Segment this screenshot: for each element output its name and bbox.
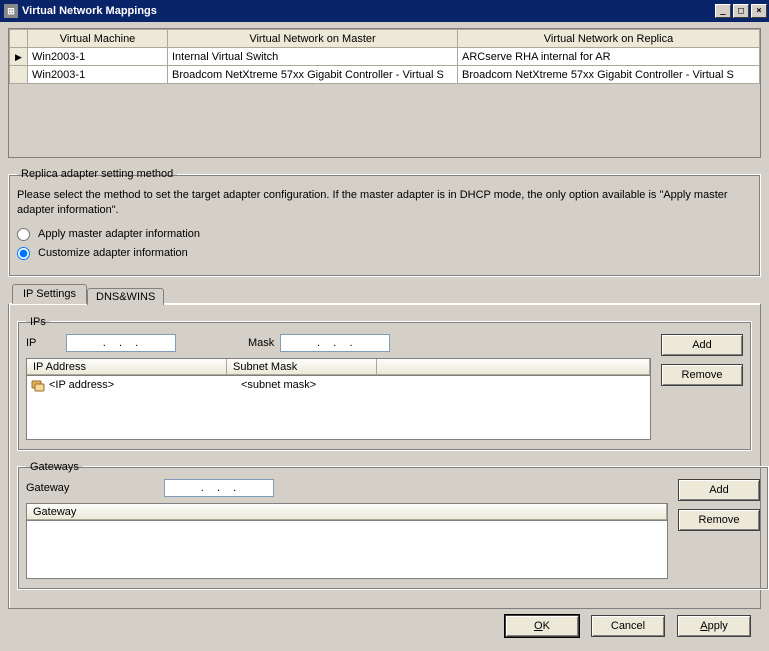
gateways-legend: Gateways — [26, 461, 83, 473]
grid-col-master[interactable]: Virtual Network on Master — [168, 30, 458, 48]
ip-col-ip[interactable]: IP Address — [27, 359, 227, 375]
ip-input[interactable] — [66, 334, 176, 352]
gateway-add-button[interactable]: Add — [678, 479, 760, 501]
cell-replica[interactable]: ARCserve RHA internal for AR — [458, 48, 760, 66]
ip-remove-button[interactable]: Remove — [661, 364, 743, 386]
gateways-group: Gateways Gateway Gateway Add Remove — [17, 461, 769, 590]
ip-list-header: IP Address Subnet Mask — [26, 358, 651, 376]
radio-customize[interactable] — [17, 247, 30, 260]
ip-item-mask: <subnet mask> — [241, 379, 316, 391]
mappings-grid[interactable]: Virtual Machine Virtual Network on Maste… — [8, 28, 761, 158]
cancel-button[interactable]: Cancel — [591, 615, 665, 637]
radio-apply-master[interactable] — [17, 228, 30, 241]
ip-add-button[interactable]: Add — [661, 334, 743, 356]
gateway-list-header: Gateway — [26, 503, 668, 521]
cell-master[interactable]: Broadcom NetXtreme 57xx Gigabit Controll… — [168, 66, 458, 84]
cell-vm[interactable]: Win2003-1 — [28, 48, 168, 66]
gateway-label: Gateway — [26, 482, 82, 494]
window-title: Virtual Network Mappings — [22, 5, 713, 17]
table-row[interactable]: Win2003-1 Broadcom NetXtreme 57xx Gigabi… — [10, 66, 760, 84]
apply-button[interactable]: ApplyApply — [677, 615, 751, 637]
dialog-buttons: OOKK Cancel ApplyApply — [8, 609, 761, 637]
gateway-col[interactable]: Gateway — [27, 504, 667, 520]
replica-method-legend: Replica adapter setting method — [17, 168, 177, 180]
ip-item-icon — [31, 378, 45, 392]
ip-item-addr: <IP address> — [49, 379, 237, 391]
list-item[interactable]: <IP address> <subnet mask> — [31, 378, 646, 392]
mask-input[interactable] — [280, 334, 390, 352]
tab-dns-wins[interactable]: DNS&WINS — [87, 288, 164, 305]
radio-customize-label: Customize adapter information — [38, 247, 188, 259]
cell-vm[interactable]: Win2003-1 — [28, 66, 168, 84]
row-indicator — [10, 66, 28, 84]
cell-master[interactable]: Internal Virtual Switch — [168, 48, 458, 66]
grid-col-replica[interactable]: Virtual Network on Replica — [458, 30, 760, 48]
maximize-button[interactable]: □ — [733, 4, 749, 18]
replica-method-desc: Please select the method to set the targ… — [17, 188, 752, 218]
grid-corner — [10, 30, 28, 48]
ip-col-mask[interactable]: Subnet Mask — [227, 359, 377, 375]
mask-label: Mask — [248, 337, 274, 349]
ips-legend: IPs — [26, 316, 50, 328]
tabstrip: IP Settings DNS&WINS — [8, 283, 761, 303]
ip-label: IP — [26, 337, 60, 349]
ips-group: IPs IP Mask IP Address Subnet Mask — [17, 316, 752, 451]
tab-panel-ip-settings: IPs IP Mask IP Address Subnet Mask — [8, 303, 761, 609]
gateway-list[interactable] — [26, 521, 668, 579]
client-area: Virtual Machine Virtual Network on Maste… — [0, 22, 769, 645]
replica-method-group: Replica adapter setting method Please se… — [8, 168, 761, 277]
table-row[interactable]: Win2003-1 Internal Virtual Switch ARCser… — [10, 48, 760, 66]
tab-ip-settings[interactable]: IP Settings — [12, 284, 87, 304]
close-button[interactable]: × — [751, 4, 767, 18]
row-indicator — [10, 48, 28, 66]
cell-replica[interactable]: Broadcom NetXtreme 57xx Gigabit Controll… — [458, 66, 760, 84]
ip-list[interactable]: <IP address> <subnet mask> — [26, 376, 651, 440]
title-bar: ⊞ Virtual Network Mappings _ □ × — [0, 0, 769, 22]
app-icon: ⊞ — [4, 4, 18, 18]
ip-col-spacer — [377, 359, 650, 375]
gateway-remove-button[interactable]: Remove — [678, 509, 760, 531]
gateway-input[interactable] — [164, 479, 274, 497]
radio-apply-master-label: Apply master adapter information — [38, 228, 200, 240]
minimize-button[interactable]: _ — [715, 4, 731, 18]
grid-col-vm[interactable]: Virtual Machine — [28, 30, 168, 48]
ok-button[interactable]: OOKK — [505, 615, 579, 637]
